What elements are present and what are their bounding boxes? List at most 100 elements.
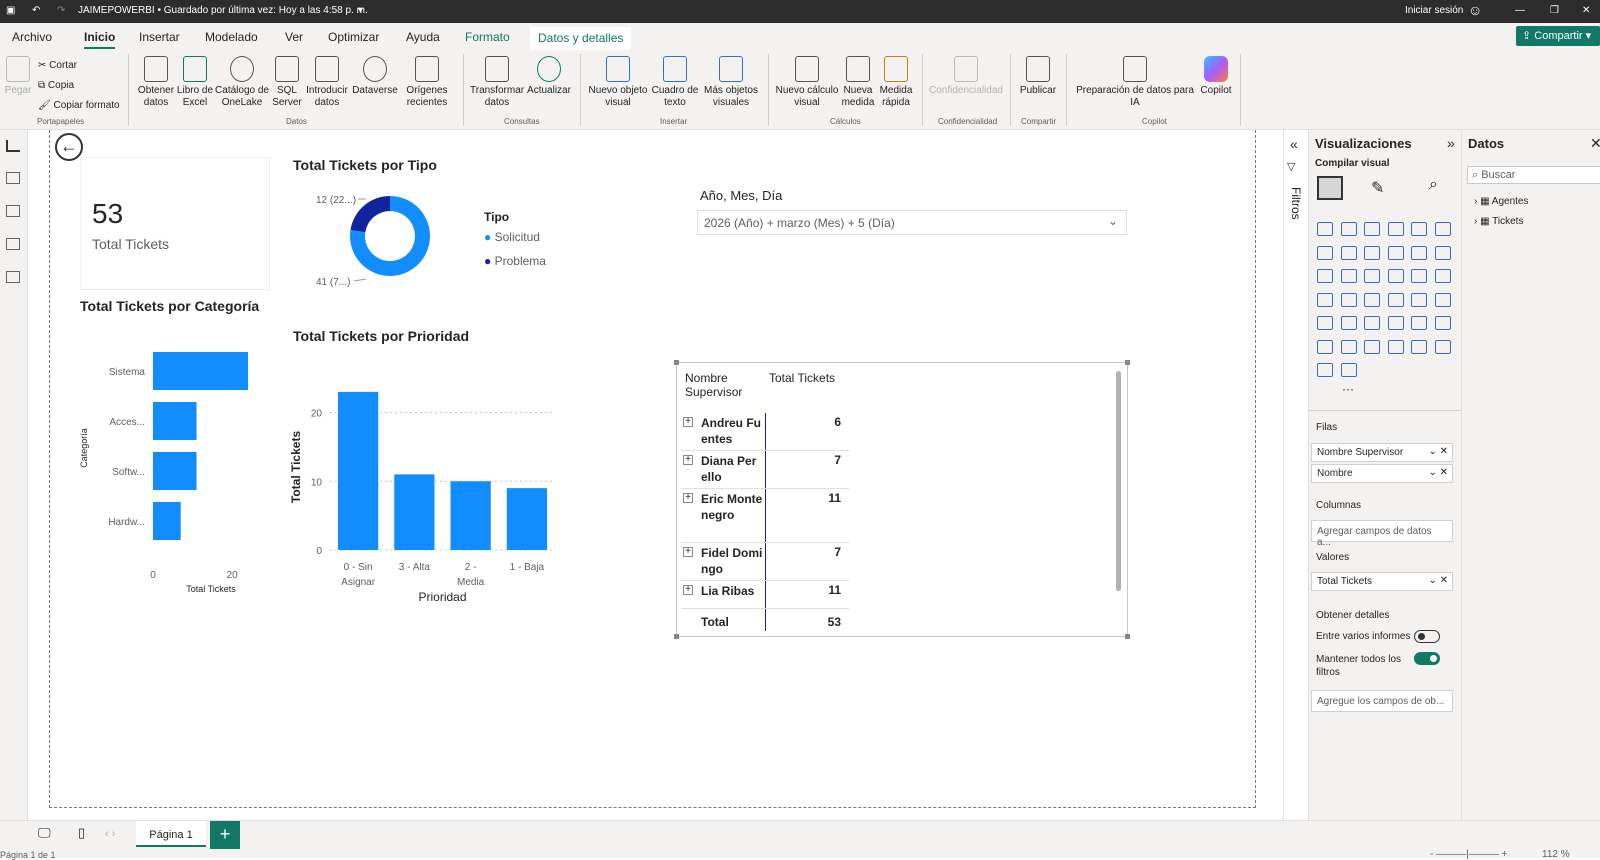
report-view-icon[interactable] xyxy=(6,140,20,152)
visual-type-icon[interactable] xyxy=(1317,363,1333,377)
tab-ayuda[interactable]: Ayuda xyxy=(406,30,440,44)
visual-calc-button[interactable]: Nuevo cálculo visual xyxy=(774,50,840,109)
visual-type-icon[interactable] xyxy=(1364,269,1380,283)
visual-type-icon[interactable] xyxy=(1364,316,1380,330)
bar[interactable] xyxy=(153,502,181,540)
rows-field-nombre[interactable]: Nombre ⌄ ✕ xyxy=(1311,464,1453,483)
quick-measure-button[interactable]: Medida rápida xyxy=(876,50,916,109)
signin-link[interactable]: Iniciar sesión xyxy=(1405,5,1463,16)
page-tab[interactable]: Página 1 xyxy=(136,821,206,847)
excel-button[interactable]: Libro de Excel xyxy=(176,50,214,109)
visual-type-icon[interactable] xyxy=(1387,339,1404,354)
visual-type-icon[interactable] xyxy=(1434,269,1451,283)
table-row[interactable]: + Eric Montenegro 11 xyxy=(681,489,849,543)
visual-type-icon[interactable] xyxy=(1317,339,1333,354)
table-row[interactable]: + Fidel Domingo 7 xyxy=(681,543,849,581)
dataverse-button[interactable]: Dataverse xyxy=(350,50,400,97)
kpi-card[interactable]: 53 Total Tickets xyxy=(80,157,270,290)
resize-handle[interactable] xyxy=(1125,634,1130,639)
scrollbar[interactable] xyxy=(1116,371,1121,591)
undo-icon[interactable]: ↶ xyxy=(32,5,40,16)
tab-formato[interactable]: Formato xyxy=(465,30,510,44)
visual-type-icon[interactable] xyxy=(1364,339,1380,354)
tab-inicio[interactable]: Inicio xyxy=(84,30,116,49)
visual-type-icon[interactable] xyxy=(1364,292,1380,307)
close-icon[interactable]: ✕ xyxy=(1582,5,1590,16)
onelake-button[interactable]: Catálogo de OneLake xyxy=(214,50,270,109)
visual-type-icon[interactable] xyxy=(1411,339,1427,354)
visual-type-icon[interactable] xyxy=(1364,245,1380,260)
matrix-visual[interactable]: Nombre Supervisor Total Tickets + Andreu… xyxy=(674,360,1130,639)
visual-type-icon[interactable] xyxy=(1434,222,1451,236)
share-button[interactable]: ⇪ Compartir ▾ xyxy=(1516,26,1600,46)
new-visual-button[interactable]: Nuevo objeto visual xyxy=(586,50,650,109)
table-item-agentes[interactable]: › ▦ Agentes xyxy=(1474,196,1529,207)
search-input[interactable]: ⌕ Buscar xyxy=(1467,166,1600,184)
refresh-button[interactable]: Actualizar xyxy=(524,50,574,97)
close-icon[interactable]: ✕ xyxy=(1590,135,1600,152)
textbox-button[interactable]: Cuadro de texto xyxy=(650,50,700,109)
back-arrow-icon[interactable]: ← xyxy=(55,133,83,161)
visual-type-icon[interactable] xyxy=(1340,292,1357,307)
resize-handle[interactable] xyxy=(674,634,679,639)
tab-datos-detalles[interactable]: Datos y detalles xyxy=(530,27,632,50)
resize-handle[interactable] xyxy=(1125,360,1130,365)
priority-bar-chart[interactable]: 0 10 20 0 - Sin Asignar 3 - Alta 2 -Media 1 - B… xyxy=(290,375,570,615)
bar[interactable] xyxy=(153,352,248,390)
tab-modelado[interactable]: Modelado xyxy=(205,30,258,44)
remove-icon[interactable]: ⌄ ✕ xyxy=(1428,467,1448,478)
zoom-slider[interactable]: - ———|——— + xyxy=(1430,849,1507,860)
sql-button[interactable]: SQL Server xyxy=(270,50,304,109)
dax-view-icon[interactable] xyxy=(6,238,20,250)
visual-type-icon[interactable] xyxy=(1434,292,1451,307)
visual-type-icon[interactable] xyxy=(1340,269,1357,283)
visual-type-icon[interactable] xyxy=(1340,339,1357,354)
table-item-tickets[interactable]: › ▦ Tickets xyxy=(1474,216,1523,227)
bar[interactable] xyxy=(394,474,435,550)
page-nav-arrows[interactable]: ‹ › xyxy=(105,828,115,840)
visual-type-icon[interactable] xyxy=(1411,292,1427,307)
new-measure-button[interactable]: Nueva medida xyxy=(840,50,876,109)
visual-type-icon[interactable] xyxy=(1317,222,1333,236)
table-view-icon[interactable] xyxy=(6,172,20,184)
visual-type-icon[interactable] xyxy=(1364,222,1380,236)
redo-icon[interactable]: ↷ xyxy=(57,5,65,16)
expand-icon[interactable]: + xyxy=(683,417,693,427)
add-page-button[interactable]: + xyxy=(210,821,240,849)
chevron-left-icon[interactable]: « xyxy=(1290,136,1298,152)
minimize-icon[interactable]: — xyxy=(1515,5,1525,16)
keep-filters-toggle[interactable] xyxy=(1414,652,1440,665)
build-visual-icon[interactable] xyxy=(1317,176,1343,200)
recent-sources-button[interactable]: Orígenes recientes xyxy=(400,50,454,109)
values-field-total[interactable]: Total Tickets ⌄ ✕ xyxy=(1311,572,1453,591)
get-data-button[interactable]: Obtener datos xyxy=(136,50,176,109)
table-row[interactable]: + Lia Ribas 11 xyxy=(681,581,849,609)
visual-type-icon[interactable] xyxy=(1340,222,1357,236)
ai-prep-button[interactable]: Preparación de datos para IA xyxy=(1076,50,1194,109)
visual-type-icon[interactable] xyxy=(1340,316,1357,330)
expand-icon[interactable]: + xyxy=(683,455,693,465)
legend-item-solicitud[interactable]: ● Solicitud xyxy=(484,230,540,244)
filters-pane-collapsed[interactable]: « ▽ Filtros xyxy=(1283,130,1308,820)
donut-slice-problema[interactable] xyxy=(350,196,390,233)
visual-type-icon[interactable] xyxy=(1411,269,1427,283)
user-icon[interactable]: ☺ xyxy=(1468,2,1482,18)
cut-button[interactable]: ✂ Cortar xyxy=(38,56,120,76)
bar[interactable] xyxy=(506,488,547,550)
visual-type-icon[interactable] xyxy=(1387,292,1404,307)
bar[interactable] xyxy=(153,452,197,490)
visual-type-icon[interactable] xyxy=(1387,316,1404,330)
visual-type-icon[interactable] xyxy=(1317,316,1333,330)
visual-type-icon[interactable] xyxy=(1411,316,1427,330)
cross-report-toggle[interactable] xyxy=(1414,630,1440,643)
paste-button[interactable]: Pegar xyxy=(4,50,32,97)
rows-field-supervisor[interactable]: Nombre Supervisor ⌄ ✕ xyxy=(1311,443,1453,462)
remove-icon[interactable]: ⌄ ✕ xyxy=(1428,446,1448,457)
bar[interactable] xyxy=(450,481,491,550)
expand-icon[interactable]: + xyxy=(683,493,693,503)
resize-handle[interactable] xyxy=(674,360,679,365)
transform-button[interactable]: Transformar datos xyxy=(470,50,524,109)
format-brush-icon[interactable]: ✎ xyxy=(1371,178,1384,198)
tab-optimizar[interactable]: Optimizar xyxy=(328,30,379,44)
chevron-down-icon[interactable]: ▾ xyxy=(358,5,363,16)
